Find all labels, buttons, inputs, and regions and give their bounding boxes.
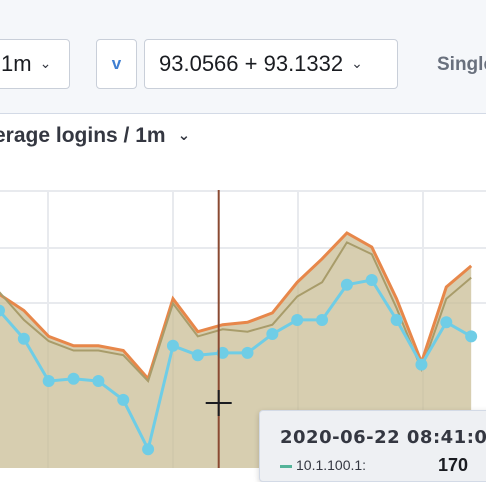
- interval-select-value: 1m: [1, 51, 32, 76]
- series-point: [390, 313, 403, 326]
- series-point: [142, 443, 155, 456]
- single-label[interactable]: Single: [437, 54, 486, 76]
- chevron-down-icon: ⌄: [39, 54, 52, 71]
- v-button[interactable]: v: [96, 39, 137, 89]
- series-point: [241, 346, 254, 359]
- interval-select[interactable]: 1m ⌄: [0, 39, 70, 89]
- tooltip-row: 10.1.100.1:: [280, 457, 366, 473]
- chevron-down-icon: ⌄: [351, 54, 363, 71]
- series-point: [340, 278, 353, 291]
- series-point: [42, 375, 55, 388]
- range-select-value: 93.0566 + 93.1332: [159, 51, 344, 76]
- tooltip-row-value: 170: [438, 455, 469, 475]
- series-point: [415, 358, 428, 371]
- tooltip-time: 2020-06-22 08:41:0: [280, 427, 486, 448]
- series-point: [17, 332, 30, 345]
- series-point: [291, 313, 304, 326]
- series-point: [465, 330, 478, 343]
- series-point: [365, 274, 378, 286]
- series-point: [92, 375, 105, 388]
- query-toolbar: 1m ⌄ v 93.0566 + 93.1332 ⌄ Single: [0, 0, 486, 114]
- series-point: [440, 316, 453, 329]
- range-select[interactable]: 93.0566 + 93.1332 ⌄: [144, 39, 398, 89]
- series-point: [266, 328, 279, 341]
- v-button-label: v: [111, 54, 122, 73]
- tooltip-row-label: 10.1.100.1:: [296, 457, 367, 473]
- series-point: [166, 339, 179, 352]
- series-point: [117, 393, 130, 406]
- series-point: [191, 349, 204, 362]
- series-point: [316, 313, 329, 326]
- series-point: [67, 372, 80, 385]
- data-tooltip: 2020-06-22 08:41:0 10.1.100.1: 170: [259, 410, 486, 482]
- series-swatch: [280, 464, 292, 468]
